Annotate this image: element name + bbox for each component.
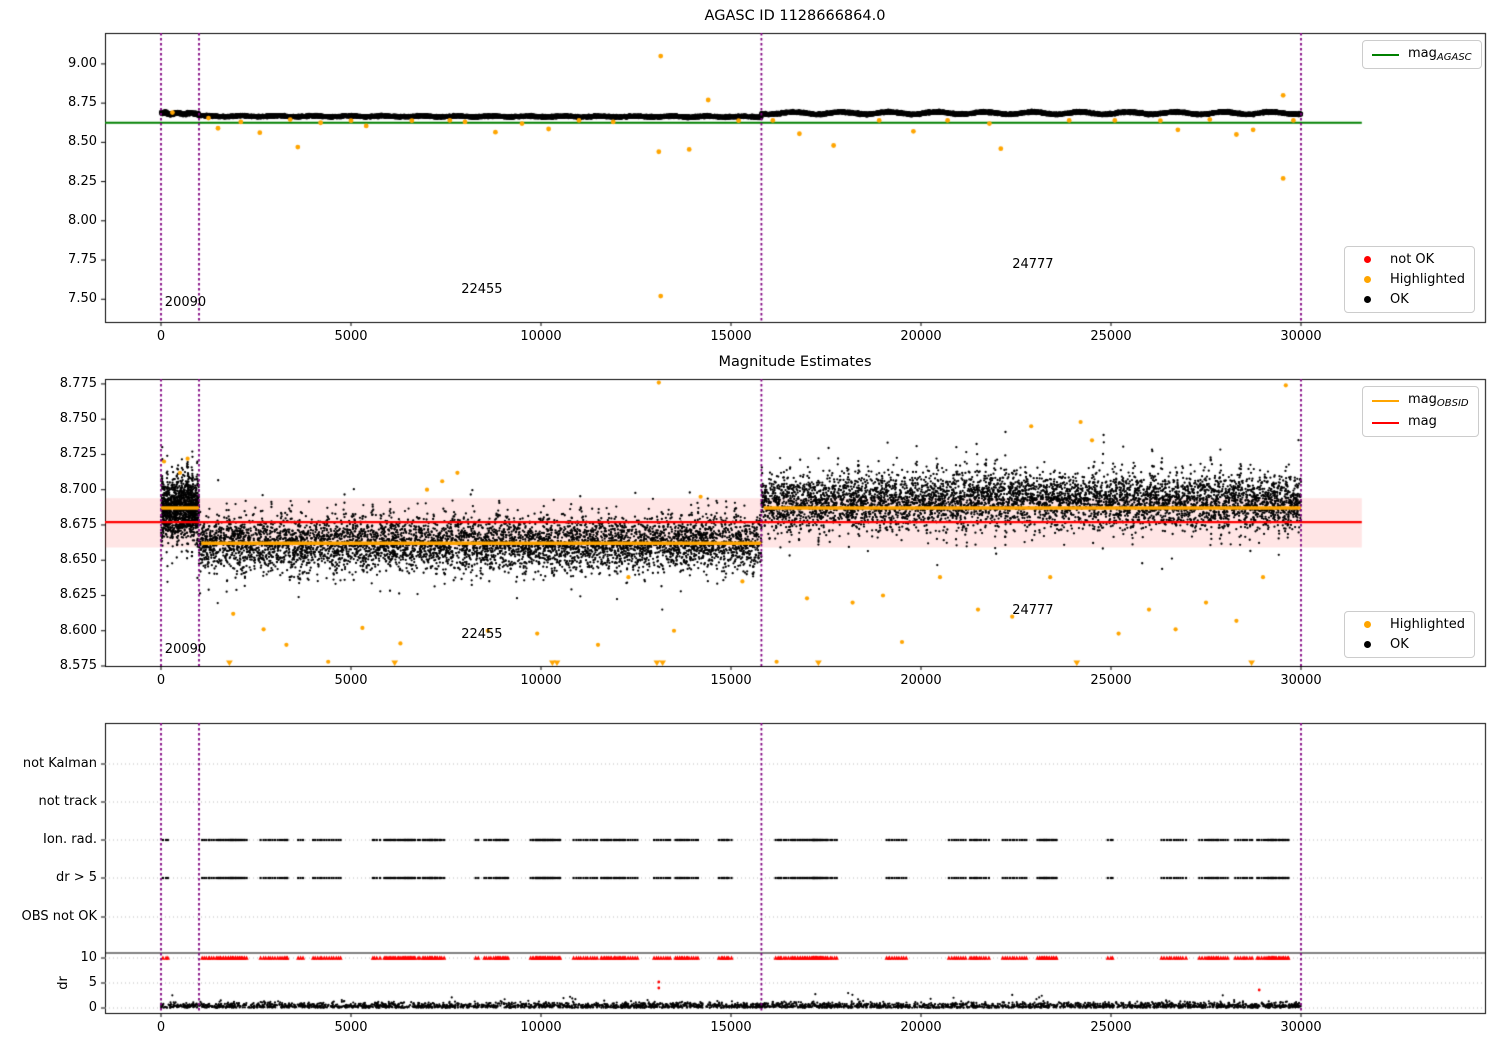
dr-tick-label: 10 bbox=[80, 949, 97, 965]
mag-obsid-line-swatch bbox=[1372, 399, 1399, 402]
x-tick-label: 0 bbox=[156, 329, 166, 344]
dr-tick-label: 0 bbox=[88, 999, 97, 1015]
x-tick-label: 5000 bbox=[334, 673, 368, 688]
mag-agasc-line-swatch bbox=[1372, 53, 1399, 56]
flag-row-label: dr > 5 bbox=[55, 869, 97, 885]
y-tick-label: 7.50 bbox=[68, 291, 97, 307]
legend-label-mag: mag bbox=[1408, 414, 1437, 429]
dr-axis-label: dr bbox=[55, 976, 71, 990]
legend-item-mag-agasc: magAGASC bbox=[1372, 46, 1472, 63]
legend-item-highlighted: Highlighted bbox=[1354, 272, 1465, 287]
x-tick-label: 25000 bbox=[1090, 673, 1132, 688]
x-tick-label: 20000 bbox=[900, 673, 942, 688]
ok-dot-swatch bbox=[1364, 296, 1371, 303]
flag-row-label: not Kalman bbox=[22, 755, 97, 771]
x-tick-label: 25000 bbox=[1090, 1020, 1132, 1035]
x-tick-label: 5000 bbox=[334, 1020, 368, 1035]
obsid-annotation: 24777 bbox=[1012, 257, 1054, 272]
flag-row-label: not track bbox=[38, 793, 97, 809]
x-tick-label: 10000 bbox=[520, 673, 562, 688]
legend-label-not-ok: not OK bbox=[1390, 252, 1435, 267]
legend-item-ok-2: OK bbox=[1354, 637, 1465, 652]
legend-item-mag-obsid: magOBSID bbox=[1372, 392, 1469, 409]
y-tick-label: 8.675 bbox=[59, 516, 97, 532]
figure: AGASC ID 1128666864.0 Magnitude Estimate… bbox=[0, 0, 1500, 1050]
obsid-annotation: 20090 bbox=[164, 294, 207, 310]
legend-item-ok: OK bbox=[1354, 292, 1465, 307]
y-tick-label: 8.650 bbox=[59, 552, 97, 568]
middle-plot-title: Magnitude Estimates bbox=[718, 354, 872, 370]
obsid-annotation: 22455 bbox=[461, 626, 503, 642]
flag-row-label: Ion. rad. bbox=[43, 831, 97, 847]
top-flags-legend: not OK Highlighted OK bbox=[1344, 246, 1475, 313]
x-tick-label: 25000 bbox=[1090, 329, 1132, 344]
x-tick-label: 5000 bbox=[334, 329, 368, 344]
obsid-annotation: 24777 bbox=[1012, 602, 1054, 618]
y-tick-label: 8.775 bbox=[59, 375, 97, 391]
y-tick-label: 8.50 bbox=[68, 134, 97, 150]
obsid-annotation: 22455 bbox=[461, 282, 503, 298]
x-tick-label: 15000 bbox=[710, 329, 752, 344]
y-tick-label: 8.575 bbox=[59, 657, 97, 673]
y-tick-label: 9.00 bbox=[68, 55, 97, 71]
highlighted-dot-swatch bbox=[1364, 276, 1371, 283]
y-tick-label: 8.00 bbox=[68, 212, 97, 228]
flag-row-label: OBS not OK bbox=[21, 908, 98, 924]
mag-line-swatch bbox=[1372, 421, 1399, 424]
legend-label-ok: OK bbox=[1390, 292, 1409, 307]
mag-agasc-legend: magAGASC bbox=[1362, 40, 1482, 69]
y-tick-label: 8.25 bbox=[68, 173, 97, 189]
legend-item-mag: mag bbox=[1372, 414, 1469, 431]
ok-dot-swatch-2 bbox=[1364, 641, 1371, 648]
y-tick-label: 8.725 bbox=[59, 446, 97, 462]
not-ok-dot-swatch bbox=[1364, 256, 1371, 263]
mag-lines-legend: magOBSID mag bbox=[1362, 386, 1479, 437]
legend-label-highlighted-2: Highlighted bbox=[1390, 617, 1465, 632]
x-tick-label: 15000 bbox=[710, 673, 752, 688]
x-tick-label: 0 bbox=[156, 673, 166, 688]
x-tick-label: 30000 bbox=[1280, 329, 1322, 344]
y-tick-label: 7.75 bbox=[68, 251, 97, 267]
dr-tick-label: 5 bbox=[88, 974, 97, 990]
legend-label-highlighted: Highlighted bbox=[1390, 272, 1465, 287]
y-tick-label: 8.75 bbox=[68, 94, 97, 110]
legend-label-mag-agasc: magAGASC bbox=[1408, 46, 1472, 63]
legend-label-mag-obsid: magOBSID bbox=[1408, 392, 1469, 409]
y-tick-label: 8.700 bbox=[59, 481, 97, 497]
legend-item-highlighted-2: Highlighted bbox=[1354, 617, 1465, 632]
middle-flags-legend: Highlighted OK bbox=[1344, 611, 1475, 658]
legend-item-not-ok: not OK bbox=[1354, 252, 1465, 267]
x-tick-label: 0 bbox=[156, 1020, 166, 1035]
x-tick-label: 20000 bbox=[900, 329, 942, 344]
highlighted-dot-swatch-2 bbox=[1364, 621, 1371, 628]
top-plot-title: AGASC ID 1128666864.0 bbox=[704, 8, 886, 24]
x-tick-label: 20000 bbox=[900, 1020, 942, 1035]
legend-label-ok-2: OK bbox=[1390, 637, 1409, 652]
x-tick-label: 30000 bbox=[1280, 673, 1322, 688]
x-tick-label: 10000 bbox=[520, 329, 562, 344]
y-tick-label: 8.600 bbox=[59, 622, 97, 638]
obsid-annotation: 20090 bbox=[164, 642, 207, 658]
figure-canvas bbox=[0, 0, 1500, 1050]
y-tick-label: 8.750 bbox=[59, 411, 97, 427]
x-tick-label: 15000 bbox=[710, 1020, 752, 1035]
x-tick-label: 10000 bbox=[520, 1020, 562, 1035]
x-tick-label: 30000 bbox=[1280, 1020, 1322, 1035]
y-tick-label: 8.625 bbox=[59, 587, 97, 603]
